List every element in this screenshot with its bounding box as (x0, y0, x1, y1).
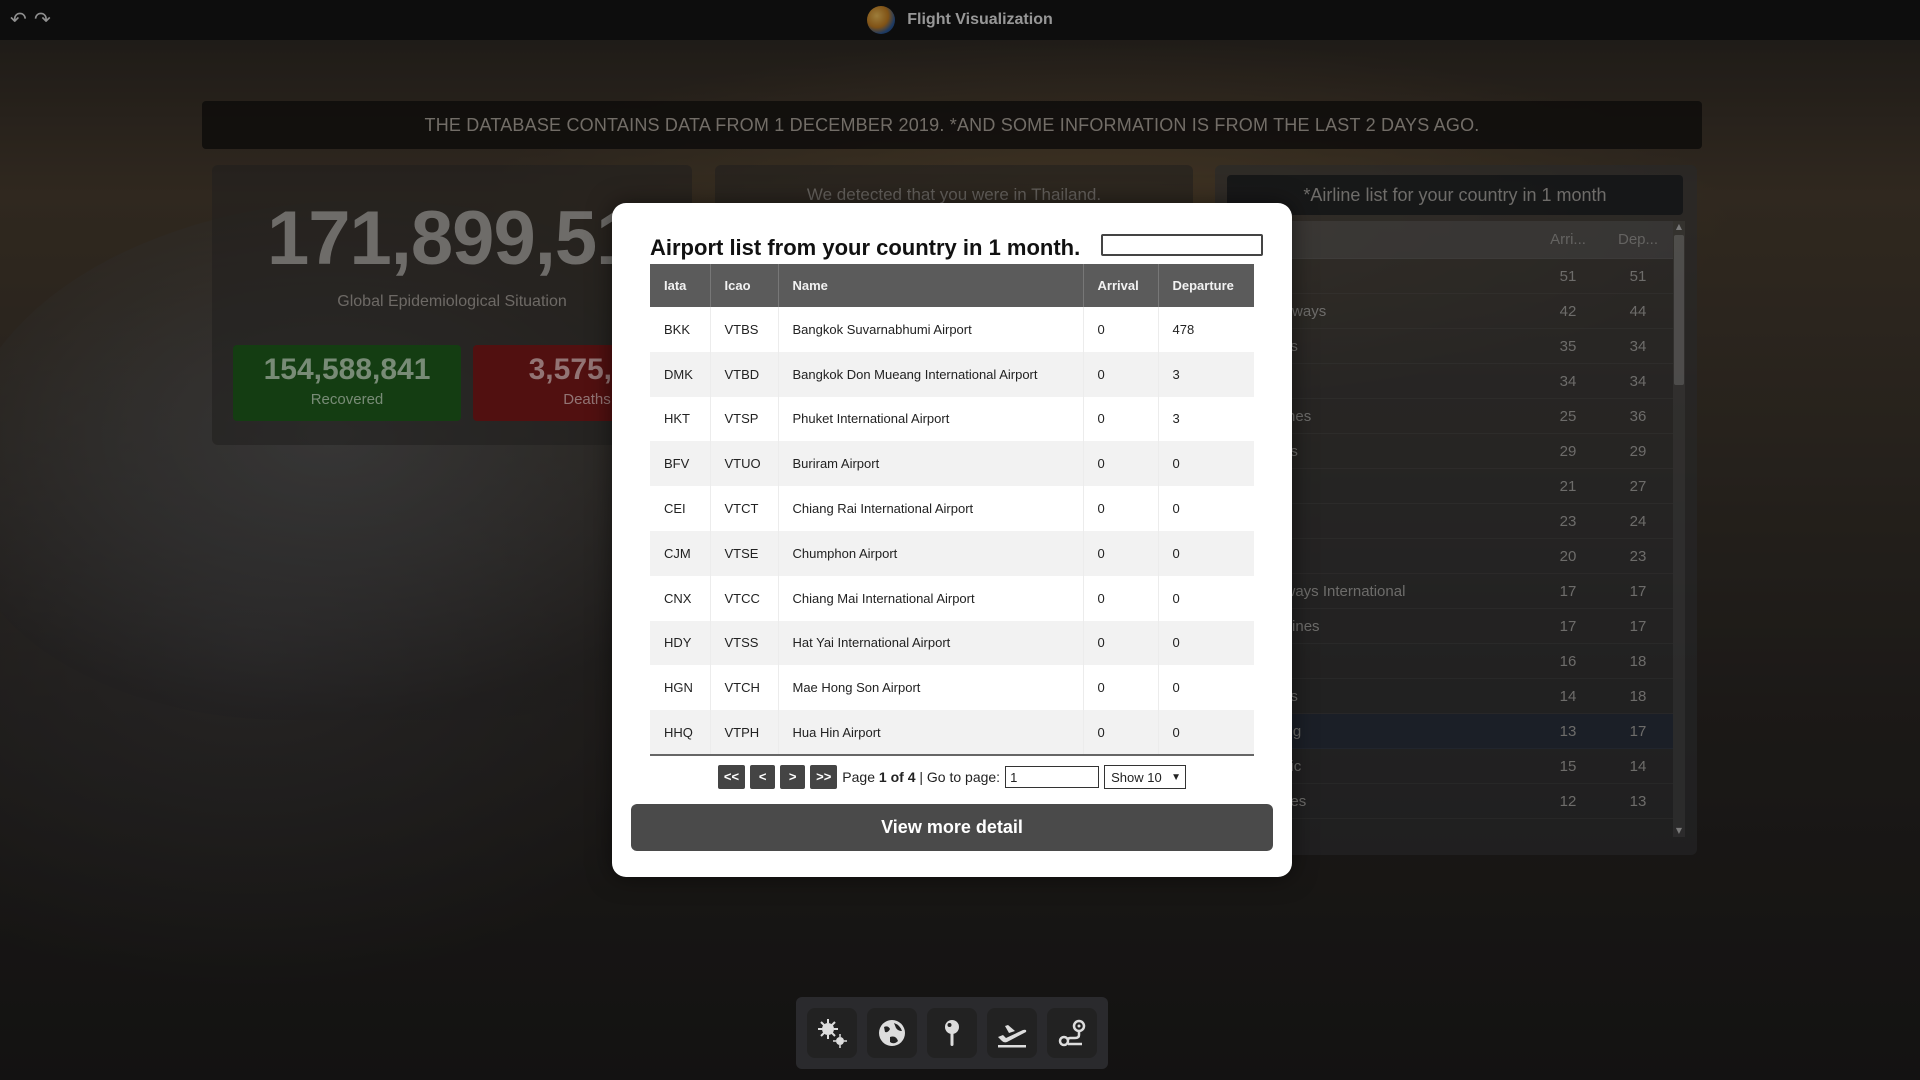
airport-icao: VTUO (710, 441, 779, 487)
airport-iata: CJM (650, 530, 711, 576)
airport-icao: VTSS (710, 620, 779, 666)
airport-departure: 0 (1172, 590, 1180, 606)
airport-arrival: 0 (1083, 441, 1159, 487)
airport-name: Bangkok Suvarnabhumi Airport (778, 307, 1084, 352)
airport-iata: DMK (650, 351, 711, 397)
airport-arrival: 0 (1083, 530, 1159, 576)
view-more-detail-button[interactable]: View more detail (631, 804, 1273, 851)
airport-row[interactable]: CEI VTCT Chiang Rai International Airport 0… (650, 486, 1254, 531)
airport-arrival: 0 (1083, 307, 1159, 352)
airport-table: Iata Icao Name Arrival Departure BKK VTBS… (650, 264, 1254, 756)
airport-name: Phuket International Airport (778, 396, 1084, 442)
airport-iata: HHQ (650, 710, 711, 756)
airport-arrival: 0 (1083, 486, 1159, 531)
airport-name: Chiang Rai International Airport (778, 486, 1084, 531)
col-icao[interactable]: Icao (710, 264, 779, 307)
airport-departure: 0 (1172, 680, 1180, 696)
airplane-departure-icon (998, 1025, 1027, 1048)
airport-search-input[interactable] (1101, 234, 1263, 256)
airport-departure: 0 (1172, 501, 1180, 517)
col-name[interactable]: Name (778, 264, 1084, 307)
virus-icon (818, 1019, 847, 1048)
airport-icao: VTPH (710, 710, 779, 756)
page-indicator: Page 1 of 4 | Go to page: (842, 769, 1000, 785)
goto-page-input[interactable] (1005, 766, 1100, 788)
airport-row[interactable]: CJM VTSE Chumphon Airport 0 0 (650, 530, 1254, 576)
airport-name: Hua Hin Airport (778, 710, 1084, 756)
airport-icao: VTCH (710, 665, 779, 711)
airport-icao: VTCC (710, 575, 779, 621)
airport-iata: CEI (650, 486, 711, 531)
chevron-down-icon: ▼ (1171, 771, 1182, 783)
globe-icon (879, 1020, 905, 1046)
map-pin-icon (945, 1020, 959, 1046)
airport-table-wrap: Iata Icao Name Arrival Departure BKK VTBS… (650, 264, 1254, 756)
airport-iata: CNX (650, 575, 711, 621)
last-page-button[interactable]: >> (810, 765, 838, 789)
airport-departure: 478 (1172, 321, 1195, 337)
prev-page-button[interactable]: < (750, 765, 776, 789)
airport-departure: 0 (1158, 620, 1254, 666)
airport-row[interactable]: HDY VTSS Hat Yai International Airport 0 0 (650, 620, 1254, 666)
airport-row[interactable]: HKT VTSP Phuket International Airport 0 3 (650, 396, 1254, 442)
airport-name: Bangkok Don Mueang International Airport (778, 351, 1084, 397)
airport-icao: VTSE (710, 530, 779, 576)
airport-departure: 3 (1158, 351, 1254, 397)
airport-location-button[interactable] (927, 1008, 977, 1058)
airport-arrival: 0 (1083, 351, 1159, 397)
airport-iata: HGN (650, 665, 711, 711)
flights-button[interactable] (987, 1008, 1037, 1058)
airport-name: Chumphon Airport (778, 530, 1084, 576)
airport-row[interactable]: HHQ VTPH Hua Hin Airport 0 0 (650, 710, 1254, 756)
airport-icao: VTBD (710, 351, 779, 397)
airport-departure: 3 (1172, 411, 1180, 427)
route-button[interactable] (1047, 1008, 1097, 1058)
airport-row[interactable]: DMK VTBD Bangkok Don Mueang International … (650, 351, 1254, 397)
route-icon (1058, 1019, 1086, 1047)
world-map-button[interactable] (867, 1008, 917, 1058)
airport-table-header: Iata Icao Name Arrival Departure (650, 264, 1254, 307)
airport-arrival: 0 (1083, 710, 1159, 756)
airport-row[interactable]: BKK VTBS Bangkok Suvarnabhumi Airport 0 478 (650, 307, 1254, 352)
airport-icao: VTBS (710, 307, 779, 352)
airport-departure: 0 (1158, 441, 1254, 487)
page-size-value: Show 10 (1111, 769, 1162, 785)
airport-icao: VTSP (710, 396, 779, 442)
airport-name: Chiang Mai International Airport (778, 575, 1084, 621)
airport-departure: 0 (1158, 530, 1254, 576)
of-word: of (890, 769, 904, 785)
airport-departure: 0 (1158, 710, 1254, 756)
airport-iata: BKK (650, 307, 711, 352)
airport-rows: BKK VTBS Bangkok Suvarnabhumi Airport 0 478 D… (650, 307, 1254, 756)
airport-row[interactable]: HGN VTCH Mae Hong Son Airport 0 0 (650, 665, 1254, 711)
airport-list-modal: Airport list from your country in 1 mont… (612, 203, 1292, 877)
pagination: << < > >> Page 1 of 4 | Go to page: Show… (612, 765, 1292, 789)
first-page-button[interactable]: << (717, 765, 746, 789)
airport-row[interactable]: BFV VTUO Buriram Airport 0 0 (650, 441, 1254, 487)
modal-title: Airport list from your country in 1 mont… (650, 235, 1081, 260)
col-arrival[interactable]: Arrival (1083, 264, 1159, 307)
page-current: 1 (878, 769, 887, 785)
page-word: Page (842, 769, 875, 785)
airport-row[interactable]: CNX VTCC Chiang Mai International Airport 0… (650, 575, 1254, 621)
col-departure[interactable]: Departure (1158, 264, 1254, 307)
airport-arrival: 0 (1083, 396, 1159, 442)
page-size-select[interactable]: Show 10 ▼ (1104, 765, 1187, 789)
airport-icao: VTCT (710, 486, 779, 531)
page-total: 4 (907, 769, 916, 785)
airport-arrival: 0 (1083, 665, 1159, 711)
covid-stats-button[interactable] (807, 1008, 857, 1058)
airport-name: Mae Hong Son Airport (778, 665, 1084, 711)
goto-label: | Go to page: (919, 769, 1001, 785)
airport-arrival: 0 (1083, 575, 1159, 621)
airport-iata: BFV (650, 441, 711, 487)
airport-iata: HKT (650, 396, 711, 442)
airport-name: Buriram Airport (778, 441, 1084, 487)
col-iata[interactable]: Iata (650, 264, 711, 307)
bottom-toolbar (796, 997, 1108, 1069)
next-page-button[interactable]: > (780, 765, 806, 789)
airport-iata: HDY (650, 620, 711, 666)
airport-name: Hat Yai International Airport (778, 620, 1084, 666)
airport-arrival: 0 (1083, 620, 1159, 666)
